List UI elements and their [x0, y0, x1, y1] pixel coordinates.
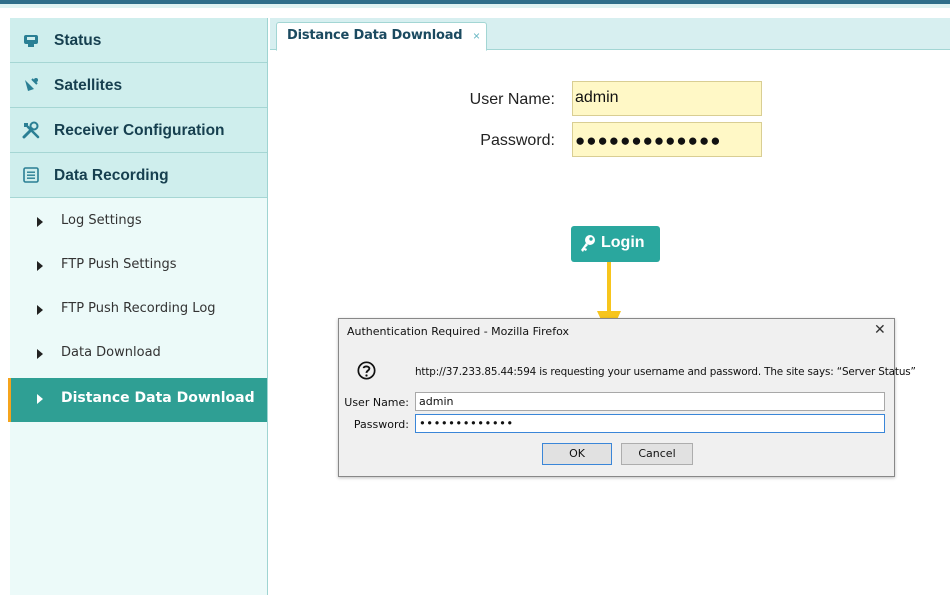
receiver-icon — [24, 35, 38, 47]
sidebar-item-log-settings[interactable]: Log Settings — [10, 201, 267, 245]
triangle-right-icon — [37, 217, 43, 227]
sidebar-section-status[interactable]: Status — [10, 18, 267, 63]
dialog-message: http://37.233.85.44:594 is requesting yo… — [415, 366, 916, 378]
username-label: User Name: — [469, 91, 555, 108]
triangle-right-icon — [37, 394, 43, 404]
sidebar-item-ftp-push-recording-log[interactable]: FTP Push Recording Log — [10, 289, 267, 333]
dialog-password-field[interactable]: ••••••••••••• — [415, 414, 885, 433]
username-field[interactable]: admin — [572, 81, 762, 116]
password-label: Password: — [480, 132, 555, 149]
top-accent-bar — [0, 0, 950, 8]
sidebar-item-label: Distance Data Download — [61, 390, 255, 406]
sidebar-item-label: FTP Push Settings — [61, 257, 177, 272]
list-icon — [23, 167, 39, 183]
triangle-right-icon — [37, 305, 43, 315]
dialog-password-label: Password: — [353, 418, 409, 431]
close-tab-icon[interactable]: × — [473, 29, 480, 43]
callout-arrow — [607, 262, 611, 312]
triangle-right-icon — [37, 349, 43, 359]
ok-button[interactable]: OK — [542, 443, 612, 465]
question-icon — [357, 361, 376, 380]
sidebar-item-ftp-push-settings[interactable]: FTP Push Settings — [10, 245, 267, 289]
cancel-button[interactable]: Cancel — [621, 443, 693, 465]
dialog-username-label: User Name: — [344, 396, 409, 409]
sidebar-item-label: Log Settings — [61, 213, 142, 228]
sidebar-section-label: Data Recording — [54, 167, 169, 184]
sidebar-item-label: FTP Push Recording Log — [61, 301, 216, 316]
satellite-icon — [25, 78, 38, 91]
password-field[interactable]: ●●●●●●●●●●●●● — [572, 122, 762, 157]
dialog-title: Authentication Required - Mozilla Firefo… — [347, 325, 569, 338]
sidebar-section-label: Satellites — [54, 77, 123, 94]
sidebar-section-label: Receiver Configuration — [54, 122, 225, 139]
sidebar-section-label: Status — [54, 32, 102, 49]
close-icon[interactable]: ✕ — [874, 322, 886, 338]
sidebar-item-label: Data Download — [61, 345, 161, 360]
triangle-right-icon — [37, 261, 43, 271]
auth-dialog: Authentication Required - Mozilla Firefo… — [338, 318, 916, 477]
sidebar-item-distance-data-download[interactable]: Distance Data Download — [8, 378, 267, 422]
tools-icon — [22, 121, 40, 139]
sidebar: Status Satellites Receiver Configuration… — [8, 18, 268, 595]
dialog-username-field[interactable]: admin — [415, 392, 885, 411]
sidebar-section-data-recording[interactable]: Data Recording — [10, 153, 267, 198]
login-button[interactable]: Login — [571, 226, 660, 262]
sidebar-item-data-download[interactable]: Data Download — [10, 333, 267, 377]
tab-distance-data-download[interactable]: Distance Data Download × — [276, 22, 487, 51]
key-icon — [581, 235, 595, 252]
sidebar-section-receiver-configuration[interactable]: Receiver Configuration — [10, 108, 267, 153]
sidebar-section-satellites[interactable]: Satellites — [10, 63, 267, 108]
tab-label: Distance Data Download — [287, 28, 463, 43]
login-button-label: Login — [601, 234, 645, 251]
active-marker — [8, 378, 11, 422]
tab-strip: Distance Data Download × — [270, 18, 950, 51]
